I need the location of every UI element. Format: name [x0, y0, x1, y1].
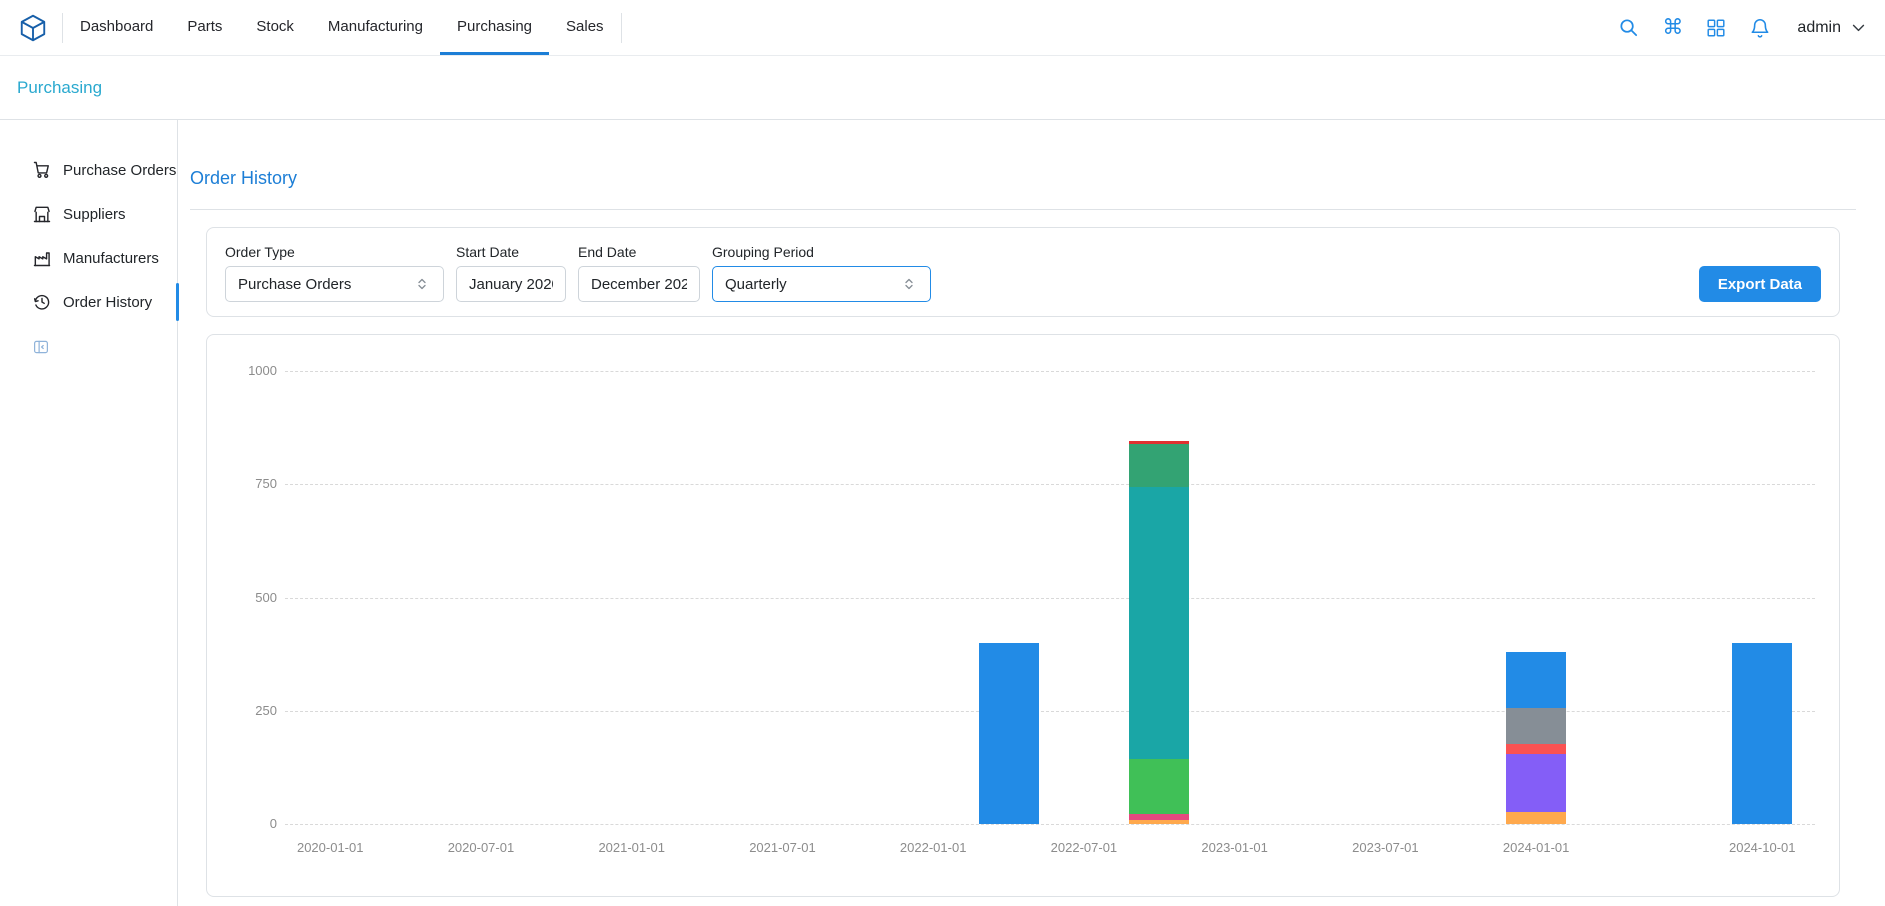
sidebar-item-manufacturers[interactable]: Manufacturers: [0, 236, 177, 280]
end-date-label: End Date: [578, 244, 700, 260]
chart-x-tick-label: 2020-07-01: [416, 840, 546, 855]
user-name: admin: [1797, 19, 1841, 37]
chart-x-tick-label: 2021-07-01: [717, 840, 847, 855]
tab-dashboard[interactable]: Dashboard: [63, 0, 170, 55]
chart-bar-segment: [1129, 814, 1189, 821]
chart-bar-segment: [1129, 444, 1189, 487]
title-divider: [190, 209, 1856, 210]
start-date-label: Start Date: [456, 244, 566, 260]
chart-gridline: [285, 824, 1815, 825]
export-data-button[interactable]: Export Data: [1699, 266, 1821, 302]
end-date-group: End Date: [578, 244, 700, 302]
shopping-cart-icon: [32, 160, 52, 180]
page-title: Order History: [190, 168, 1856, 189]
grouping-period-group: Grouping Period Quarterly: [712, 244, 931, 302]
sidebar-item-label: Manufacturers: [63, 250, 159, 267]
chart-bar-segment: [1129, 820, 1189, 824]
scan-button[interactable]: [1705, 17, 1727, 39]
building-factory-icon: [32, 248, 52, 268]
chart-x-tick-label: 2023-07-01: [1320, 840, 1450, 855]
chart-x-tick-label: 2023-01-01: [1170, 840, 1300, 855]
order-type-value: Purchase Orders: [238, 276, 351, 293]
tab-parts[interactable]: Parts: [170, 0, 239, 55]
tab-purchasing[interactable]: Purchasing: [440, 0, 549, 55]
chart-x-tick-label: 2021-01-01: [567, 840, 697, 855]
tabs-right-divider: [621, 13, 622, 43]
inventree-logo-icon: [18, 13, 48, 43]
collapse-sidebar-button[interactable]: [32, 338, 50, 356]
chart-gridline: [285, 598, 1815, 599]
start-date-group: Start Date: [456, 244, 566, 302]
start-date-input[interactable]: [456, 266, 566, 302]
sidebar-item-suppliers[interactable]: Suppliers: [0, 192, 177, 236]
main-panel: Order History Order Type Purchase Orders…: [178, 120, 1885, 906]
filter-panel: Order Type Purchase Orders Start Date En…: [206, 227, 1840, 317]
breadcrumb-bar: Purchasing: [0, 56, 1885, 120]
tab-sales[interactable]: Sales: [549, 0, 621, 55]
chart-bar-segment: [979, 643, 1039, 824]
tab-manufacturing[interactable]: Manufacturing: [311, 0, 440, 55]
chart-bar-segment: [1506, 744, 1566, 754]
user-menu[interactable]: admin: [1797, 19, 1867, 37]
grouping-period-select[interactable]: Quarterly: [712, 266, 931, 302]
chart-bar-segment: [1506, 754, 1566, 812]
tab-stock[interactable]: Stock: [239, 0, 311, 55]
grouping-period-value: Quarterly: [725, 276, 787, 293]
chart-y-tick-label: 250: [221, 703, 277, 719]
purchasing-sidebar: Purchase Orders Suppliers Manufacturers …: [0, 120, 178, 906]
chart-bar-segment: [1129, 759, 1189, 813]
qr-grid-icon: [1705, 17, 1727, 39]
selector-icon: [413, 275, 431, 293]
chart-y-tick-label: 500: [221, 590, 277, 606]
order-type-group: Order Type Purchase Orders: [225, 244, 444, 302]
app-logo[interactable]: [18, 13, 48, 43]
chart-x-tick-label: 2022-07-01: [1019, 840, 1149, 855]
chevron-down-icon: [1850, 19, 1867, 36]
chart-x-tick-label: 2020-01-01: [265, 840, 395, 855]
search-button[interactable]: [1617, 16, 1640, 39]
grouping-period-label: Grouping Period: [712, 244, 931, 260]
command-palette-button[interactable]: ⌘: [1662, 17, 1683, 39]
chart-y-tick-label: 0: [221, 816, 277, 832]
chart-gridline: [285, 484, 1815, 485]
chart-bar-segment: [1129, 441, 1189, 445]
chart-gridline: [285, 371, 1815, 372]
history-icon: [32, 292, 52, 312]
selector-icon: [900, 275, 918, 293]
chart-bar-segment: [1506, 812, 1566, 824]
chart-bar-segment: [1129, 487, 1189, 759]
sidebar-item-label: Purchase Orders: [63, 162, 176, 179]
notifications-button[interactable]: [1749, 17, 1771, 39]
chart-bar-segment: [1506, 708, 1566, 744]
chart-gridline: [285, 711, 1815, 712]
end-date-input[interactable]: [578, 266, 700, 302]
collapse-sidebar-icon: [32, 338, 50, 356]
sidebar-item-purchase-orders[interactable]: Purchase Orders: [0, 148, 177, 192]
order-history-chart: 0 250 500 750 1000 2020-01-01 2020-07-01 2021-0…: [207, 335, 1839, 896]
chart-x-tick-label: 2024-01-01: [1471, 840, 1601, 855]
chart-y-tick-label: 1000: [221, 363, 277, 379]
breadcrumb[interactable]: Purchasing: [17, 78, 102, 98]
search-icon: [1617, 16, 1640, 39]
order-type-label: Order Type: [225, 244, 444, 260]
chart-bar-segment: [1506, 652, 1566, 708]
bell-icon: [1749, 17, 1771, 39]
sidebar-item-label: Suppliers: [63, 206, 126, 223]
order-type-select[interactable]: Purchase Orders: [225, 266, 444, 302]
order-history-chart-card: 0 250 500 750 1000 2020-01-01 2020-07-01 2021-0…: [206, 334, 1840, 897]
main-nav-tabs: Dashboard Parts Stock Manufacturing Purc…: [63, 0, 621, 55]
chart-x-tick-label: 2022-01-01: [868, 840, 998, 855]
top-navigation-bar: Dashboard Parts Stock Manufacturing Purc…: [0, 0, 1885, 56]
sidebar-item-label: Order History: [63, 294, 152, 311]
sidebar-item-order-history[interactable]: Order History: [0, 280, 177, 324]
chart-x-tick-label: 2024-10-01: [1697, 840, 1827, 855]
chart-y-tick-label: 750: [221, 476, 277, 492]
chart-bar-segment: [1732, 643, 1792, 824]
command-icon: ⌘: [1662, 17, 1683, 39]
building-store-icon: [32, 204, 52, 224]
